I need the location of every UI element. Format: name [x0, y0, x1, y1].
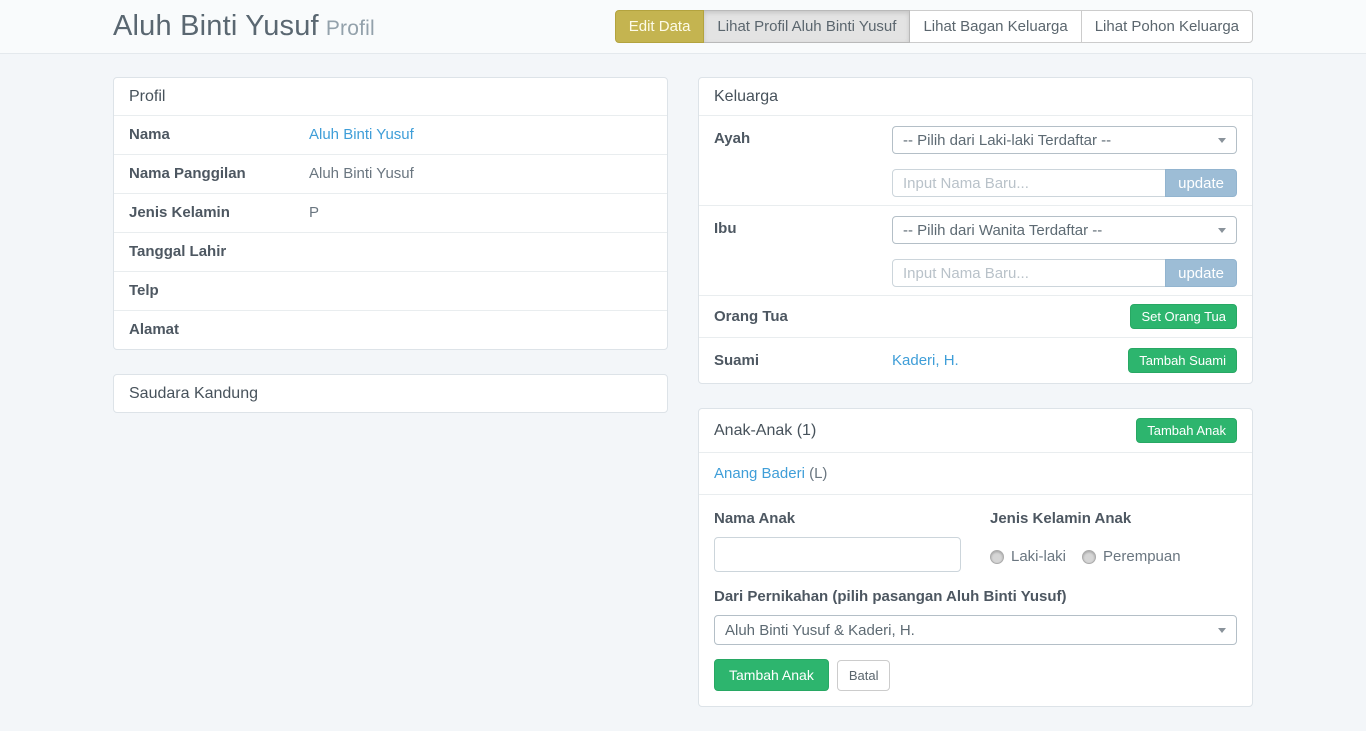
suami-link[interactable]: Kaderi, H. [892, 352, 959, 369]
orang-tua-label: Orang Tua [714, 308, 892, 325]
nama-anak-input[interactable] [714, 537, 961, 572]
page-subtitle: Profil [326, 17, 375, 40]
profil-label-nama-panggilan: Nama Panggilan [129, 165, 309, 182]
radio-perempuan-label: Perempuan [1103, 548, 1181, 565]
profil-label-nama: Nama [129, 126, 309, 143]
tambah-suami-button[interactable]: Tambah Suami [1128, 348, 1237, 373]
anak-anak-panel: Anak-Anak (1) Tambah Anak Anang Baderi (… [698, 408, 1253, 707]
ayah-nama-baru-input[interactable] [892, 169, 1166, 197]
person-name: Aluh Binti Yusuf [113, 10, 319, 42]
set-orang-tua-button[interactable]: Set Orang Tua [1130, 304, 1237, 329]
nama-anak-label: Nama Anak [714, 510, 961, 527]
keluarga-panel-heading: Keluarga [699, 78, 1252, 115]
profil-label-jenis-kelamin: Jenis Kelamin [129, 204, 309, 221]
anak-anak-heading: Anak-Anak (1) Tambah Anak [699, 409, 1252, 452]
tab-edit-data[interactable]: Edit Data [615, 10, 705, 43]
pernikahan-select[interactable]: Aluh Binti Yusuf & Kaderi, H. [714, 615, 1237, 645]
child-link[interactable]: Anang Baderi [714, 465, 805, 482]
profil-value-jenis-kelamin: P [309, 204, 652, 221]
tambah-anak-form: Nama Anak Jenis Kelamin Anak Laki-laki [699, 494, 1252, 706]
profil-row-nama: Nama Aluh Binti Yusuf [114, 115, 667, 154]
keluarga-panel: Keluarga Ayah -- Pilih dari Laki-laki Te… [698, 77, 1253, 384]
keluarga-row-suami: Suami Kaderi, H. Tambah Suami [699, 337, 1252, 383]
saudara-kandung-panel: Saudara Kandung [113, 374, 668, 413]
ayah-select[interactable]: -- Pilih dari Laki-laki Terdaftar -- [892, 126, 1237, 154]
radio-option-laki-laki[interactable]: Laki-laki [990, 548, 1066, 565]
ayah-update-button[interactable]: update [1165, 169, 1237, 197]
tab-lihat-pohon-keluarga[interactable]: Lihat Pohon Keluarga [1081, 10, 1253, 43]
pernikahan-select-value: Aluh Binti Yusuf & Kaderi, H. [725, 622, 915, 639]
ibu-label: Ibu [714, 216, 892, 287]
profil-row-jenis-kelamin: Jenis Kelamin P [114, 193, 667, 232]
page-title: Aluh Binti Yusuf Profil [113, 10, 375, 43]
keluarga-row-ibu: Ibu -- Pilih dari Wanita Terdaftar -- up… [699, 205, 1252, 295]
tab-lihat-bagan-keluarga[interactable]: Lihat Bagan Keluarga [909, 10, 1081, 43]
ayah-label: Ayah [714, 126, 892, 197]
profil-label-alamat: Alamat [129, 321, 309, 338]
child-gender: (L) [809, 465, 827, 482]
batal-button[interactable]: Batal [837, 660, 891, 691]
dari-pernikahan-label: Dari Pernikahan (pilih pasangan Aluh Bin… [714, 588, 1237, 605]
anak-anak-title: Anak-Anak (1) [714, 422, 816, 440]
chevron-down-icon [1218, 138, 1226, 143]
profil-row-telp: Telp [114, 271, 667, 310]
suami-label: Suami [714, 352, 892, 369]
ibu-nama-baru-input[interactable] [892, 259, 1166, 287]
jenis-kelamin-anak-label: Jenis Kelamin Anak [990, 510, 1237, 527]
ibu-select[interactable]: -- Pilih dari Wanita Terdaftar -- [892, 216, 1237, 244]
profil-row-tanggal-lahir: Tanggal Lahir [114, 232, 667, 271]
profil-row-alamat: Alamat [114, 310, 667, 349]
radio-button-icon[interactable] [1082, 550, 1096, 564]
ibu-select-value: -- Pilih dari Wanita Terdaftar -- [903, 222, 1102, 239]
right-column: Keluarga Ayah -- Pilih dari Laki-laki Te… [698, 77, 1253, 731]
profil-value-nama-panggilan: Aluh Binti Yusuf [309, 165, 652, 182]
radio-option-perempuan[interactable]: Perempuan [1082, 548, 1181, 565]
profil-label-tanggal-lahir: Tanggal Lahir [129, 243, 309, 260]
profil-panel: Profil Nama Aluh Binti Yusuf Nama Panggi… [113, 77, 668, 350]
profil-nama-link[interactable]: Aluh Binti Yusuf [309, 126, 414, 143]
profil-row-nama-panggilan: Nama Panggilan Aluh Binti Yusuf [114, 154, 667, 193]
chevron-down-icon [1218, 228, 1226, 233]
child-list-item: Anang Baderi (L) [699, 452, 1252, 494]
left-column: Profil Nama Aluh Binti Yusuf Nama Panggi… [113, 77, 668, 731]
tab-lihat-profil[interactable]: Lihat Profil Aluh Binti Yusuf [703, 10, 910, 43]
keluarga-row-orang-tua: Orang Tua Set Orang Tua [699, 295, 1252, 337]
chevron-down-icon [1218, 628, 1226, 633]
tambah-anak-submit-button[interactable]: Tambah Anak [714, 659, 829, 691]
ayah-select-value: -- Pilih dari Laki-laki Terdaftar -- [903, 132, 1111, 149]
profil-label-telp: Telp [129, 282, 309, 299]
view-tab-group: Edit Data Lihat Profil Aluh Binti Yusuf … [615, 10, 1253, 43]
radio-laki-laki-label: Laki-laki [1011, 548, 1066, 565]
profil-panel-heading: Profil [114, 78, 667, 115]
radio-button-icon[interactable] [990, 550, 1004, 564]
keluarga-row-ayah: Ayah -- Pilih dari Laki-laki Terdaftar -… [699, 115, 1252, 205]
page-header: Aluh Binti Yusuf Profil Edit Data Lihat P… [0, 0, 1366, 54]
tambah-anak-header-button[interactable]: Tambah Anak [1136, 418, 1237, 443]
saudara-kandung-heading: Saudara Kandung [114, 375, 667, 412]
ibu-update-button[interactable]: update [1165, 259, 1237, 287]
